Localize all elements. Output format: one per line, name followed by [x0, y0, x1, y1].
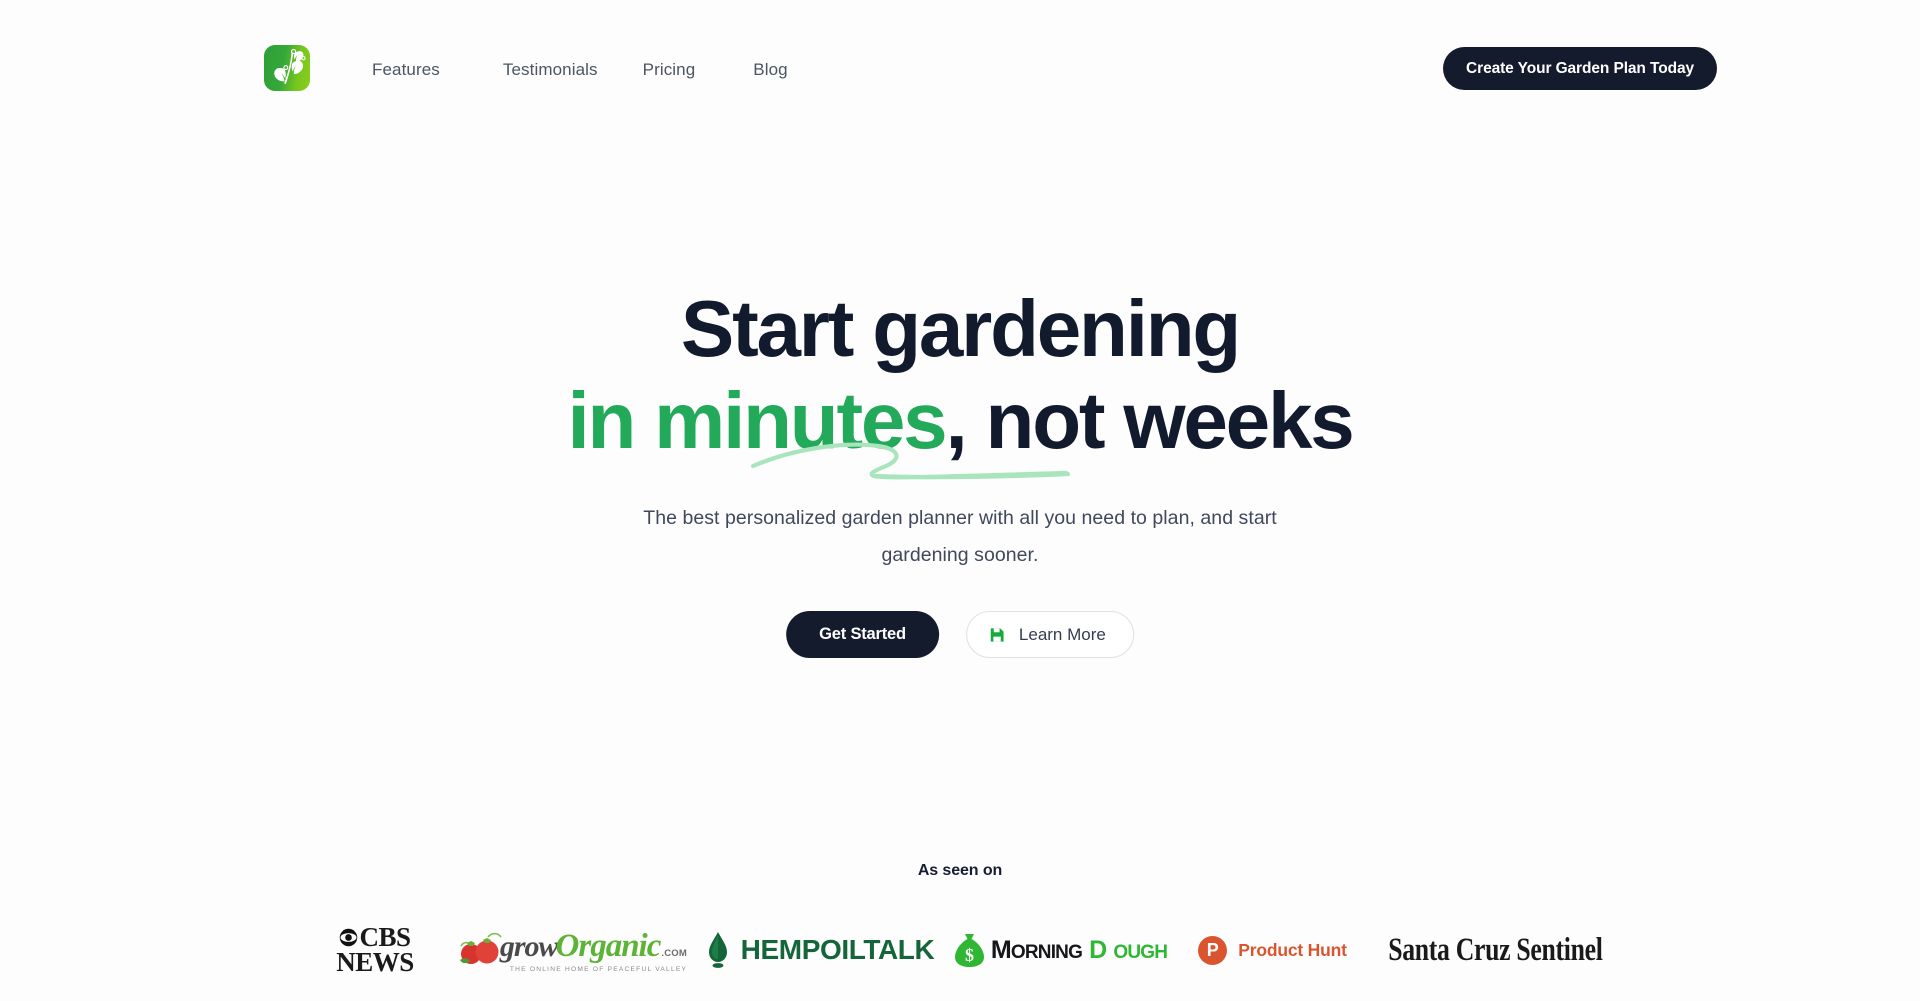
- brand-logo[interactable]: [264, 45, 310, 91]
- grow-organic-tagline: THE ONLINE HOME OF PEACEFUL VALLEY: [509, 965, 688, 973]
- nav-item-features[interactable]: Features: [372, 56, 440, 84]
- plant-leaf-logo-icon: [274, 48, 306, 84]
- nav-item-blog[interactable]: Blog: [753, 56, 787, 84]
- hempoiltalk-wordmark: HEMPOILTALK: [740, 934, 935, 965]
- press-logo-strip: CBS NEWS grow Organic .COM THE ONLINE HO…: [300, 915, 1620, 985]
- cbs-news-wordmark: NEWS: [336, 947, 414, 977]
- product-hunt-mark-icon: P: [1198, 935, 1228, 965]
- press-logo-product-hunt: P Product Hunt: [1175, 915, 1370, 985]
- learn-more-button[interactable]: Learn More: [965, 611, 1134, 658]
- morning-dough-dough: OUGH: [1113, 941, 1168, 963]
- morning-dough-morning: ORNING: [1010, 941, 1083, 963]
- learn-more-label: Learn More: [1018, 624, 1106, 644]
- hero-subtitle: The best personalized garden planner wit…: [643, 507, 1277, 566]
- nav-item-testimonials[interactable]: Testimonials: [503, 56, 598, 84]
- headline-line-2: in minutes, not weeks: [0, 375, 1920, 467]
- main-navigation: Features Testimonials Pricing Blog: [372, 56, 788, 84]
- hero-action-buttons: Get Started Learn More: [786, 611, 1134, 658]
- press-logo-cbs-news: CBS NEWS: [300, 915, 450, 985]
- site-header: Features Testimonials Pricing Blog Creat…: [0, 0, 1920, 112]
- press-logo-morning-dough: $ M ORNING D OUGH: [945, 915, 1175, 985]
- as-seen-on-label: As seen on: [917, 862, 1003, 879]
- morning-dough-m: M: [990, 935, 1012, 964]
- header-cta-button[interactable]: Create Your Garden Plan Today: [1443, 47, 1717, 90]
- grow-organic-com-text: .COM: [661, 947, 687, 959]
- press-logo-santa-cruz-sentinel: Santa Cruz Sentinel: [1370, 915, 1620, 985]
- grow-organic-grow-text: grow: [499, 929, 559, 963]
- landing-page: Features Testimonials Pricing Blog Creat…: [0, 0, 1920, 1001]
- money-bag-icon: $: [954, 934, 984, 967]
- get-started-button[interactable]: Get Started: [786, 611, 939, 658]
- cbs-eye-icon: [340, 928, 358, 947]
- tomatoes-icon: [459, 932, 502, 964]
- headline-rest: , not weeks: [945, 376, 1354, 465]
- hemp-leaf-droplet-icon: [708, 932, 727, 968]
- grow-organic-organic-text: Organic: [555, 927, 662, 964]
- nav-item-pricing[interactable]: Pricing: [643, 56, 696, 84]
- svg-text:$: $: [965, 945, 974, 965]
- product-hunt-wordmark: Product Hunt: [1238, 939, 1347, 960]
- santa-cruz-sentinel-wordmark: Santa Cruz Sentinel: [1387, 931, 1603, 968]
- headline-highlight: in minutes: [567, 376, 947, 465]
- headline-line-1: Start gardening: [680, 284, 1241, 373]
- press-logo-hempoiltalk: HEMPOILTALK: [695, 915, 945, 985]
- document-icon: [990, 627, 1004, 642]
- morning-dough-d: D: [1089, 935, 1107, 964]
- page-title: Start gardening in minutes, not weeks: [0, 283, 1920, 467]
- press-logo-grow-organic: grow Organic .COM THE ONLINE HOME OF PEA…: [450, 915, 695, 985]
